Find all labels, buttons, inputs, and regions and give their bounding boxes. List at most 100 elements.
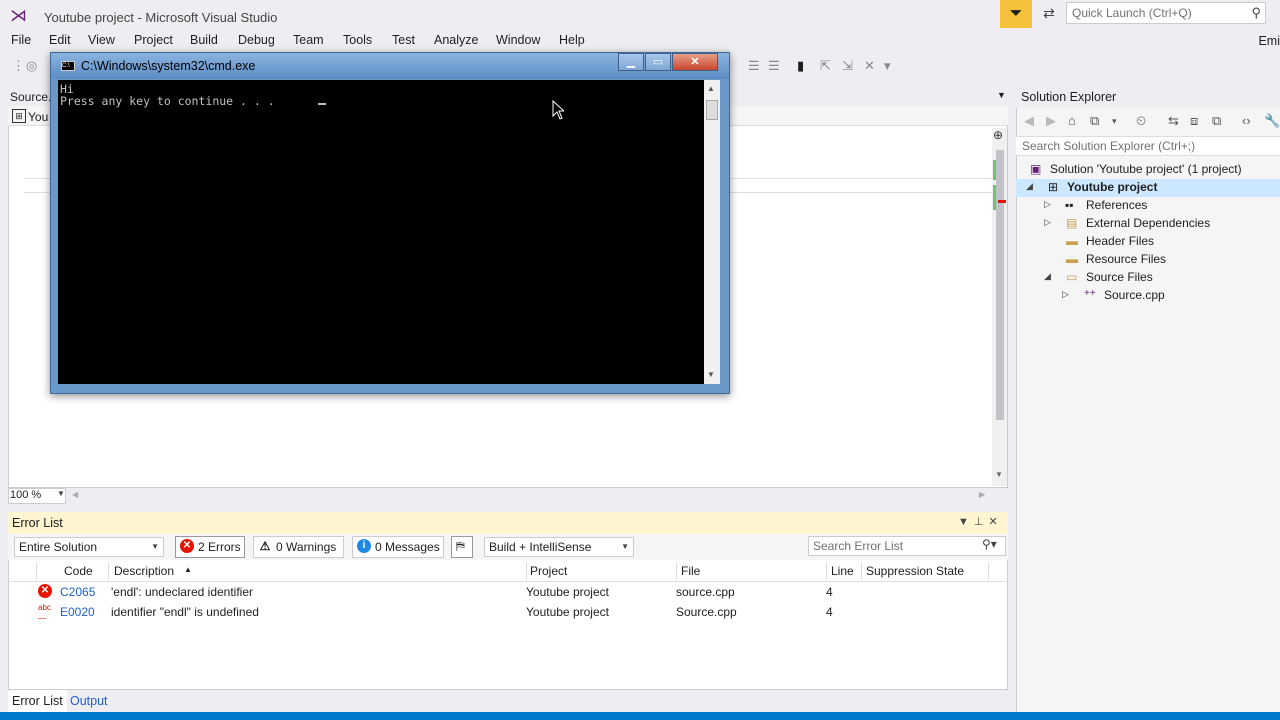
search-icon: ⚲▾ bbox=[982, 537, 997, 551]
menu-edit[interactable]: Edit bbox=[49, 33, 71, 47]
column-header-description[interactable]: Description bbox=[114, 564, 174, 578]
switch-views-icon[interactable]: ⧉ bbox=[1090, 113, 1099, 129]
quick-launch-input[interactable]: Quick Launch (Ctrl+Q) ⚲ bbox=[1066, 2, 1266, 24]
error-row[interactable]: ✕ C2065 'endl': undeclared identifier Yo… bbox=[8, 582, 1008, 602]
user-account[interactable]: Emi bbox=[1258, 34, 1280, 48]
warnings-filter-button[interactable]: ⚠ 0 Warnings bbox=[253, 536, 344, 558]
home-icon[interactable]: ⌂ bbox=[1068, 113, 1076, 128]
folder-open-icon: ▭ bbox=[1066, 270, 1078, 284]
maximize-button[interactable]: ▭ bbox=[645, 53, 671, 71]
error-file: Source.cpp bbox=[676, 605, 737, 619]
collapse-arrow-icon[interactable]: ◢ bbox=[1026, 181, 1033, 192]
scroll-left-icon[interactable]: ◀ bbox=[72, 490, 78, 499]
column-header-suppression-state[interactable]: Suppression State bbox=[866, 564, 964, 578]
show-all-files-icon[interactable]: ⧉ bbox=[1212, 113, 1221, 129]
menu-window[interactable]: Window bbox=[496, 33, 540, 47]
notification-filter-icon[interactable]: ⏷ bbox=[1000, 0, 1032, 28]
collapse-all-icon[interactable]: ⧈ bbox=[1190, 113, 1198, 129]
error-list-title: Error List bbox=[12, 516, 63, 530]
folder-icon: ▤ bbox=[1066, 216, 1078, 230]
expand-arrow-icon[interactable]: ▷ bbox=[1062, 289, 1069, 300]
menu-tools[interactable]: Tools bbox=[343, 33, 372, 47]
collapse-arrow-icon[interactable]: ◢ bbox=[1044, 271, 1051, 282]
view-code-icon[interactable]: ‹› bbox=[1242, 113, 1251, 128]
tab-dropdown-icon[interactable]: ▼ bbox=[997, 90, 1006, 100]
column-header-line[interactable]: Line bbox=[831, 564, 854, 578]
tree-item-label: Header Files bbox=[1086, 234, 1155, 248]
tree-item-resource-files[interactable]: ▬ Resource Files bbox=[1016, 251, 1280, 269]
error-row[interactable]: abc ﹏ E0020 identifier "endl" is undefine… bbox=[8, 602, 1008, 622]
column-separator bbox=[988, 562, 989, 580]
tree-item-header-files[interactable]: ▬ Header Files bbox=[1016, 233, 1280, 251]
menu-view[interactable]: View bbox=[88, 33, 115, 47]
column-header-project[interactable]: Project bbox=[530, 564, 567, 578]
menu-build[interactable]: Build bbox=[190, 33, 218, 47]
column-separator bbox=[108, 562, 109, 580]
filter-button[interactable]: ⛿ bbox=[451, 536, 473, 558]
tab-error-list[interactable]: Error List bbox=[8, 690, 67, 712]
quick-launch-placeholder: Quick Launch (Ctrl+Q) bbox=[1072, 6, 1192, 20]
split-window-icon[interactable]: ⊕ bbox=[993, 128, 1003, 142]
comment-icon[interactable]: ☰ bbox=[748, 58, 760, 74]
chevron-down-icon: ▼ bbox=[621, 542, 629, 551]
tree-item-external-dependencies[interactable]: ▷ ▤ External Dependencies bbox=[1016, 215, 1280, 233]
clear-bookmarks-icon[interactable]: ✕ bbox=[864, 58, 875, 74]
scope-dropdown[interactable]: Entire Solution ▼ bbox=[14, 537, 164, 557]
column-header-code[interactable]: Code bbox=[64, 564, 93, 578]
menu-project[interactable]: Project bbox=[134, 33, 173, 47]
console-output-area[interactable] bbox=[58, 80, 704, 384]
nav-project-dropdown[interactable]: You bbox=[28, 110, 48, 124]
uncomment-icon[interactable]: ☰ bbox=[768, 58, 780, 74]
error-code-link[interactable]: E0020 bbox=[60, 605, 95, 619]
tab-output[interactable]: Output bbox=[66, 690, 112, 712]
expand-arrow-icon[interactable]: ▷ bbox=[1044, 217, 1051, 228]
expand-arrow-icon[interactable]: ▷ bbox=[1044, 199, 1051, 210]
tree-item-references[interactable]: ▷ ▪▪ References bbox=[1016, 197, 1280, 215]
forward-icon[interactable]: ▶ bbox=[1046, 113, 1056, 129]
window-title: Youtube project - Microsoft Visual Studi… bbox=[44, 10, 278, 25]
scroll-right-icon[interactable]: ▶ bbox=[979, 490, 985, 499]
next-bookmark-icon[interactable]: ⇲ bbox=[842, 58, 853, 74]
console-scroll-thumb[interactable] bbox=[706, 100, 718, 120]
column-header-file[interactable]: File bbox=[681, 564, 700, 578]
menu-help[interactable]: Help bbox=[559, 33, 585, 47]
build-filter-dropdown[interactable]: Build + IntelliSense ▼ bbox=[484, 537, 634, 557]
editor-scroll-thumb[interactable] bbox=[996, 150, 1004, 420]
scroll-up-icon[interactable]: ▲ bbox=[707, 84, 715, 93]
properties-icon[interactable]: 🔧 bbox=[1264, 113, 1280, 129]
console-vertical-scrollbar[interactable] bbox=[704, 80, 720, 384]
minimize-button[interactable]: ▁ bbox=[618, 53, 644, 71]
error-code-link[interactable]: C2065 bbox=[60, 585, 95, 599]
menu-analyze[interactable]: Analyze bbox=[434, 33, 478, 47]
tree-item-source-cpp[interactable]: ▷ ++ Source.cpp bbox=[1016, 287, 1280, 305]
feedback-icon[interactable]: ⇄ bbox=[1040, 5, 1058, 23]
sync-icon[interactable]: ⇆ bbox=[1168, 113, 1179, 129]
pending-changes-icon[interactable]: ⏲ bbox=[1136, 113, 1146, 129]
bookmark-icon[interactable]: ▮ bbox=[797, 58, 804, 74]
prev-bookmark-icon[interactable]: ⇱ bbox=[820, 58, 831, 74]
close-button[interactable]: ✕ bbox=[672, 53, 718, 71]
back-icon[interactable]: ◀ bbox=[1024, 113, 1034, 129]
tree-item-solution[interactable]: ▣ Solution 'Youtube project' (1 project) bbox=[1016, 161, 1280, 179]
scroll-down-icon[interactable]: ▼ bbox=[995, 470, 1003, 479]
toolbar-grip-icon: ⋮ bbox=[12, 58, 25, 73]
solution-explorer-search-placeholder: Search Solution Explorer (Ctrl+;) bbox=[1022, 139, 1196, 153]
messages-filter-button[interactable]: i 0 Messages bbox=[352, 536, 444, 558]
menu-debug[interactable]: Debug bbox=[238, 33, 275, 47]
toolbar-overflow-icon[interactable]: ▾ bbox=[884, 58, 891, 74]
errors-filter-button[interactable]: ✕ 2 Errors bbox=[175, 536, 245, 558]
error-description: identifier "endl" is undefined bbox=[111, 605, 259, 619]
project-icon: ⊞ bbox=[12, 109, 26, 123]
tree-item-project[interactable]: ◢ ⊞ Youtube project bbox=[1016, 179, 1280, 197]
build-filter-value: Build + IntelliSense bbox=[489, 540, 592, 554]
menu-file[interactable]: File bbox=[11, 33, 31, 47]
back-icon[interactable]: ◎ bbox=[26, 58, 37, 74]
menu-team[interactable]: Team bbox=[293, 33, 324, 47]
tree-item-source-files[interactable]: ◢ ▭ Source Files bbox=[1016, 269, 1280, 287]
scroll-down-icon[interactable]: ▼ bbox=[707, 370, 715, 379]
editor-tab-source[interactable]: Source. bbox=[10, 90, 51, 104]
panel-window-controls[interactable]: ▼⊥✕ bbox=[958, 515, 1003, 528]
menu-test[interactable]: Test bbox=[392, 33, 415, 47]
console-app-icon[interactable]: C:\ bbox=[61, 61, 75, 71]
chevron-down-icon[interactable]: ▾ bbox=[1112, 116, 1117, 127]
